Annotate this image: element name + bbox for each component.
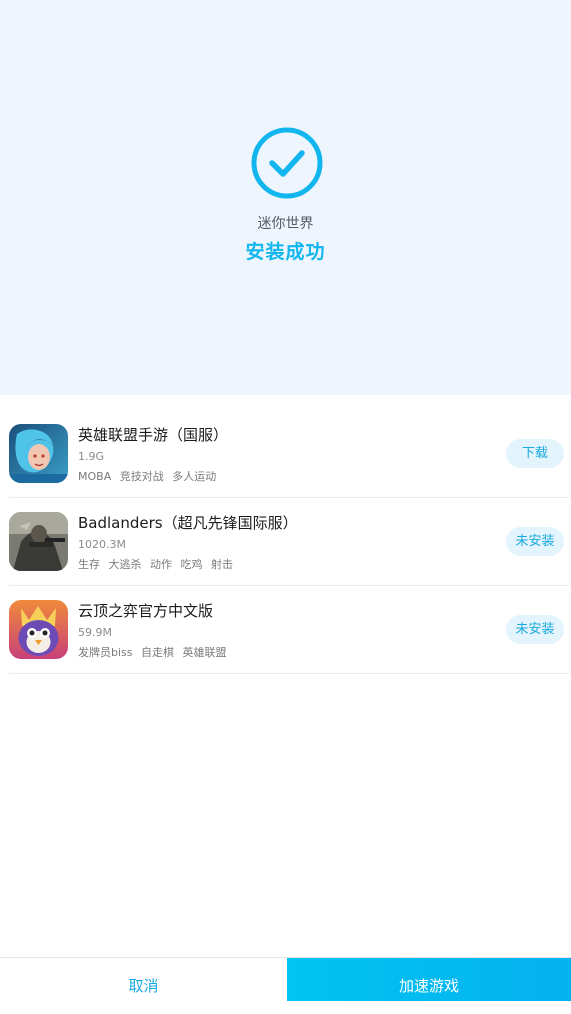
check-circle-icon (251, 127, 323, 199)
game-size: 59.9M (78, 626, 112, 639)
game-tag: MOBA (78, 470, 112, 483)
game-tag: 发牌员biss (78, 646, 133, 659)
not-installed-button[interactable]: 未安装 (506, 615, 564, 644)
game-tags: 发牌员biss 自走棋 英雄联盟 (78, 644, 232, 660)
game-tag: 生存 (78, 558, 100, 571)
teamfight-tactics-thumbnail (9, 600, 68, 659)
game-tag: 自走棋 (141, 646, 175, 659)
game-tag: 多人运动 (172, 470, 217, 483)
accelerate-game-button[interactable]: 加速游戏 (287, 958, 571, 1001)
game-tag: 射击 (211, 558, 233, 571)
game-title: Badlanders（超凡先锋国际服） (78, 514, 298, 532)
game-title: 云顶之弈官方中文版 (78, 602, 214, 620)
game-tag: 竞技对战 (119, 470, 164, 483)
download-button[interactable]: 下载 (506, 439, 564, 468)
game-tag: 大逃杀 (108, 558, 142, 571)
installed-app-name: 迷你世界 (257, 216, 314, 232)
footer-bar: 取消 加速游戏 (0, 957, 571, 1001)
list-item[interactable]: Badlanders（超凡先锋国际服） 1020.3M 生存 大逃杀 动作 吃鸡… (0, 498, 571, 586)
badlanders-thumbnail (9, 512, 68, 571)
game-tag: 动作 (150, 558, 172, 571)
league-of-legends-thumbnail (9, 424, 68, 483)
list-item[interactable]: 云顶之弈官方中文版 59.9M 发牌员biss 自走棋 英雄联盟 未安装 (0, 586, 571, 674)
recommended-games-list: 英雄联盟手游（国服） 1.9G MOBA 竞技对战 多人运动 下载 Badlan… (0, 410, 571, 674)
game-size: 1020.3M (78, 538, 126, 551)
game-tag: 英雄联盟 (182, 646, 227, 659)
list-item[interactable]: 英雄联盟手游（国服） 1.9G MOBA 竞技对战 多人运动 下载 (0, 410, 571, 498)
game-size: 1.9G (78, 450, 105, 463)
cancel-button[interactable]: 取消 (0, 958, 287, 1001)
game-title: 英雄联盟手游（国服） (78, 426, 229, 444)
game-tag: 吃鸡 (180, 558, 203, 571)
game-tags: MOBA 竞技对战 多人运动 (78, 468, 221, 484)
game-tags: 生存 大逃杀 动作 吃鸡 射击 (78, 556, 238, 572)
install-status-title: 安装成功 (245, 241, 326, 263)
install-success-panel: 迷你世界 安装成功 (0, 0, 571, 395)
not-installed-button[interactable]: 未安装 (506, 527, 564, 556)
